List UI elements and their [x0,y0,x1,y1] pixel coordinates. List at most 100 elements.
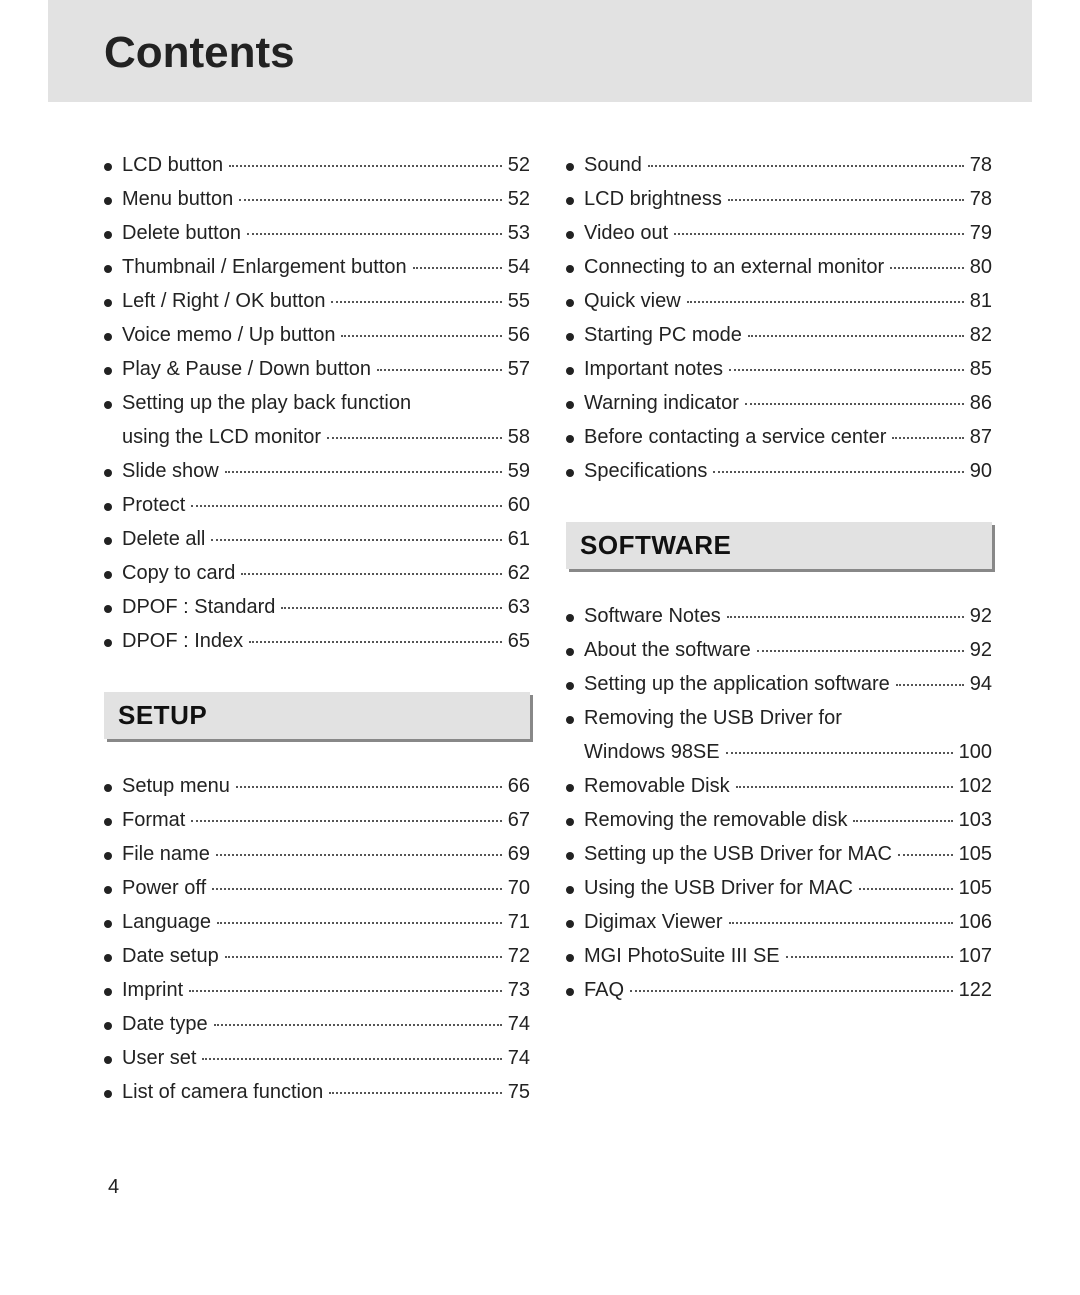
toc-page: 74 [508,1014,530,1034]
toc-page: 105 [959,878,992,898]
toc-entry: Removing the USB Driver for [566,701,992,735]
toc-label: Setting up the play back function [122,393,411,413]
toc-label: Connecting to an external monitor [584,257,884,277]
toc-page: 65 [508,631,530,651]
bullet-icon [104,639,112,647]
toc-entry: Thumbnail / Enlargement button54 [104,250,530,284]
toc-label: Menu button [122,189,233,209]
bullet-icon [104,1056,112,1064]
toc-label: List of camera function [122,1082,323,1102]
bullet-icon [104,886,112,894]
toc-entry: About the software92 [566,633,992,667]
leader-dots [211,539,501,541]
section-title-software: SOFTWARE [580,530,978,561]
toc-entry: List of camera function75 [104,1075,530,1109]
leader-dots [890,267,964,269]
toc-entry: Voice memo / Up button56 [104,318,530,352]
bullet-icon [104,605,112,613]
toc-label: Before contacting a service center [584,427,886,447]
toc-label: Video out [584,223,668,243]
leader-dots [859,888,953,890]
bullet-icon [104,265,112,273]
leader-dots [786,956,953,958]
toc-entry: Windows 98SE100 [566,735,992,769]
leader-dots [249,641,502,643]
toc-label: Format [122,810,185,830]
leader-dots [229,165,502,167]
bullet-icon [566,818,574,826]
leader-dots [726,752,953,754]
toc-entry: LCD button52 [104,148,530,182]
toc-page: 85 [970,359,992,379]
toc-label: Setting up the USB Driver for MAC [584,844,892,864]
bullet-icon [104,1090,112,1098]
toc-page: 73 [508,980,530,1000]
toc-label: LCD brightness [584,189,722,209]
toc-entry: LCD brightness 78 [566,182,992,216]
leader-dots [216,854,502,856]
bullet-icon [104,503,112,511]
toc-entry: Removing the removable disk103 [566,803,992,837]
toc-page: 71 [508,912,530,932]
leader-dots [748,335,964,337]
toc-label: MGI PhotoSuite III SE [584,946,780,966]
toc-label: LCD button [122,155,223,175]
toc-page: 52 [508,189,530,209]
right-column: Sound78LCD brightness78Video out79Connec… [566,148,992,1109]
toc-label: Left / Right / OK button [122,291,325,311]
toc-entry: Protect60 [104,488,530,522]
toc-page: 92 [970,606,992,626]
toc-label: Setup menu [122,776,230,796]
bullet-icon [104,469,112,477]
toc-page: 74 [508,1048,530,1068]
toc-entry: MGI PhotoSuite III SE107 [566,939,992,973]
bullet-icon [566,954,574,962]
toc-label: Copy to card [122,563,235,583]
toc-page: 58 [508,427,530,447]
toc-page: 80 [970,257,992,277]
toc-list-right-top: Sound78LCD brightness78Video out79Connec… [566,148,992,488]
leader-dots [630,990,953,992]
section-header-software: SOFTWARE [566,522,992,569]
leader-dots [377,369,502,371]
leader-dots [225,471,502,473]
toc-entry: Important notes 85 [566,352,992,386]
toc-page: 78 [970,189,992,209]
toc-label: Using the USB Driver for MAC [584,878,853,898]
leader-dots [331,301,501,303]
leader-dots [413,267,502,269]
toc-page: 61 [508,529,530,549]
bullet-icon [104,197,112,205]
toc-label: Imprint [122,980,183,1000]
indent-spacer [104,435,112,443]
toc-list-left-setup: Setup menu66Format67File name69Power off… [104,769,530,1109]
toc-label: Important notes [584,359,723,379]
toc-entry: Setting up the play back function [104,386,530,420]
bullet-icon [104,333,112,341]
toc-label: Delete all [122,529,205,549]
toc-label: Date setup [122,946,219,966]
columns-wrapper: LCD button52 Menu button 52 Delete button53… [0,102,1080,1109]
bullet-icon [104,537,112,545]
toc-entry: Left / Right / OK button55 [104,284,530,318]
toc-label: Language [122,912,211,932]
leader-dots [214,1024,502,1026]
leader-dots [236,786,502,788]
leader-dots [341,335,501,337]
leader-dots [247,233,502,235]
toc-page: 54 [508,257,530,277]
toc-label: Software Notes [584,606,721,626]
leader-dots [853,820,952,822]
leader-dots [896,684,964,686]
toc-page: 103 [959,810,992,830]
toc-page: 100 [959,742,992,762]
toc-entry: Language 71 [104,905,530,939]
toc-entry: Menu button 52 [104,182,530,216]
toc-page: 72 [508,946,530,966]
bullet-icon [566,197,574,205]
toc-entry: Power off70 [104,871,530,905]
toc-label: Removable Disk [584,776,730,796]
toc-page: 92 [970,640,992,660]
toc-entry: Delete button53 [104,216,530,250]
toc-page: 102 [959,776,992,796]
